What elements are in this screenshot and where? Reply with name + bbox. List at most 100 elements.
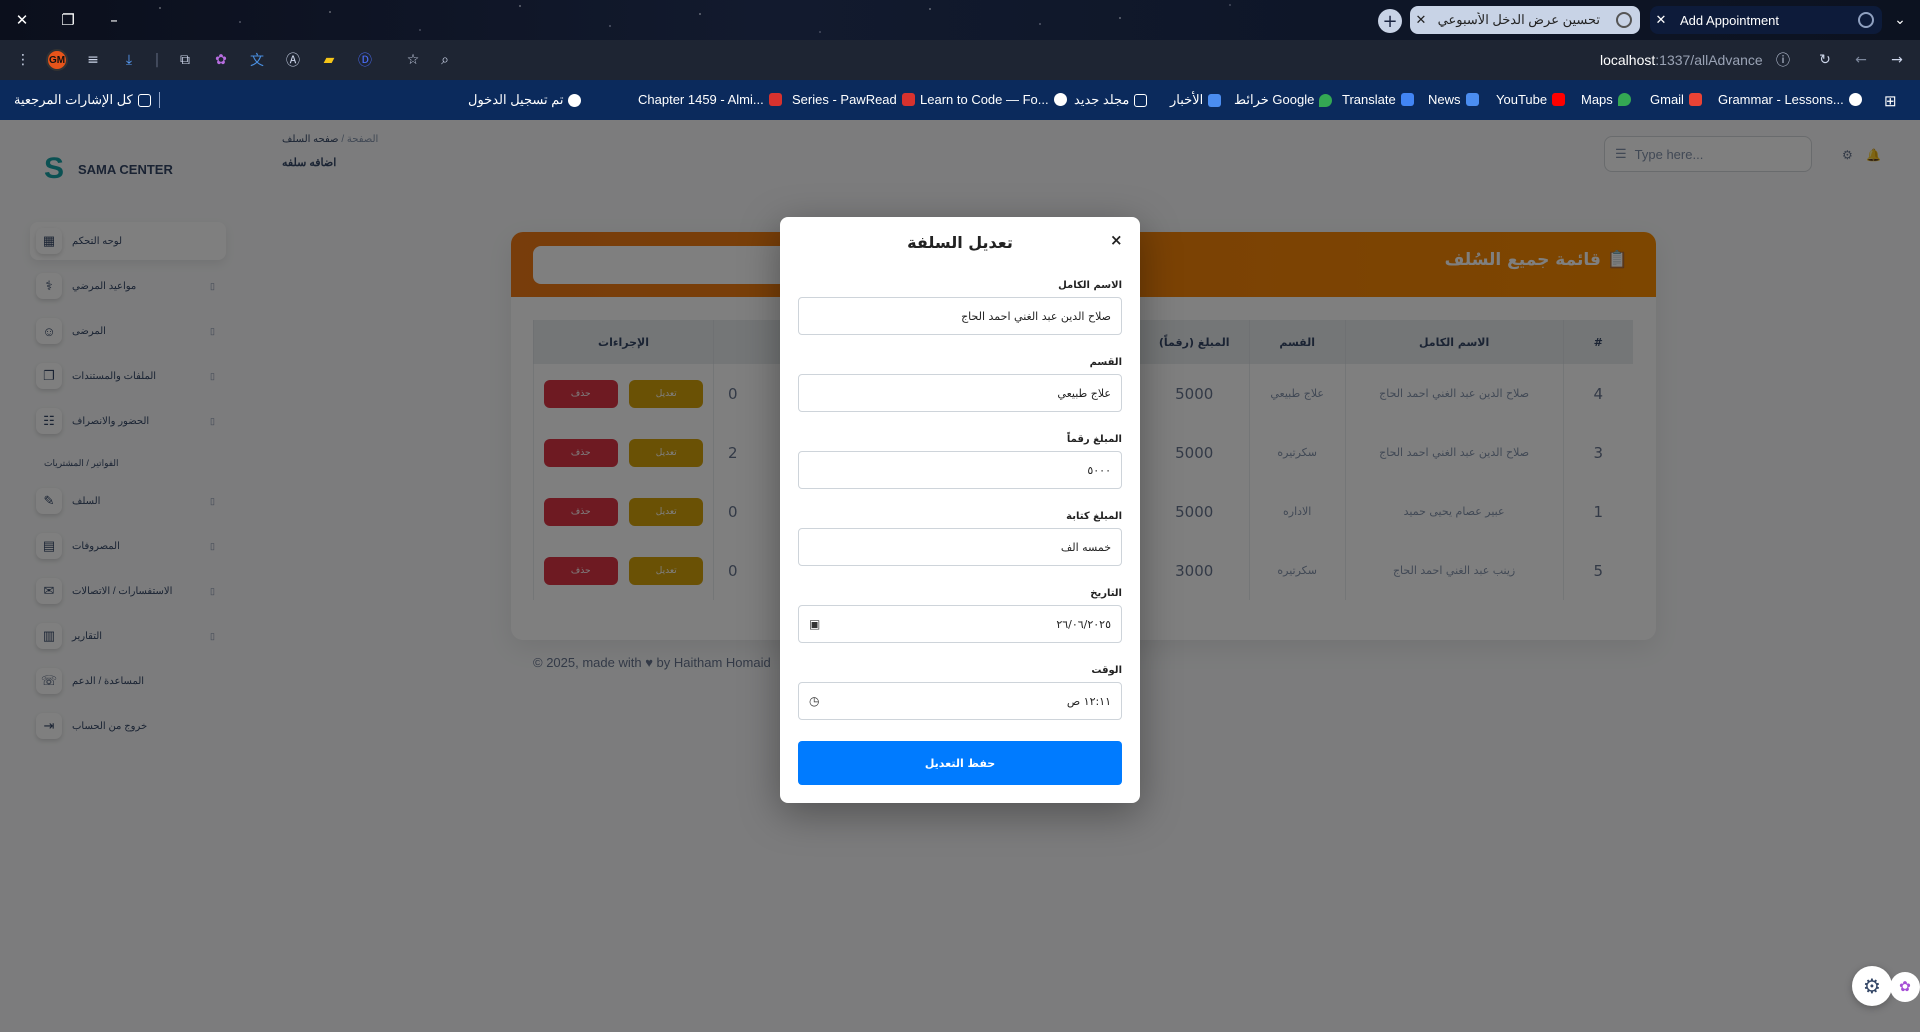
bookmark-item[interactable]: Maps	[1581, 92, 1631, 107]
extensions-icon[interactable]: ⧉	[174, 49, 196, 71]
bookmark-item[interactable]: YouTube	[1496, 92, 1566, 107]
window-restore-icon[interactable]: ❐	[56, 8, 80, 32]
tab-title: Add Appointment	[1680, 12, 1780, 28]
bookmark-item[interactable]: Learn to Code — Fo...	[920, 92, 1067, 107]
department-input[interactable]: علاج طبيعي	[798, 374, 1122, 412]
tab-add-appointment[interactable]: ✕ Add Appointment	[1650, 6, 1882, 34]
bookmark-label: الأخبار	[1170, 92, 1204, 107]
tab-weekly-income[interactable]: ✕ تحسين عرض الدخل الأسبوعي	[1410, 6, 1640, 34]
time-input[interactable]: ١٢:١١ ص ◷	[798, 682, 1122, 720]
bookmark-label: كل الإشارات المرجعية	[14, 92, 133, 107]
field-label: القسم	[1089, 357, 1122, 368]
profile-avatar[interactable]: GM	[46, 49, 68, 71]
bookmark-item[interactable]: Google خرائط	[1234, 92, 1333, 108]
bookmark-label: Translate	[1342, 92, 1396, 107]
time-field: الوقت ١٢:١١ ص ◷	[798, 665, 1122, 720]
field-label: الاسم الكامل	[1058, 280, 1122, 291]
bookmark-item[interactable]: Translate	[1342, 92, 1414, 107]
date-field: التاريخ ٢٦/٠٦/٢٠٢٥ ▣	[798, 588, 1122, 643]
amount-words-field: المبلغ كتابة خمسه الف	[798, 511, 1122, 566]
gmail-icon	[1688, 93, 1702, 106]
address-bar[interactable]: localhost:1337/allAdvance	[1600, 52, 1763, 68]
amount-number-field: المبلغ رقماً ٥٠٠٠	[798, 434, 1122, 489]
tab-close-icon[interactable]: ✕	[1410, 12, 1432, 28]
menu-kebab-icon[interactable]: ⋮	[12, 49, 34, 71]
field-label: الوقت	[1091, 665, 1122, 676]
news-icon	[1208, 93, 1222, 107]
maps-icon	[1319, 93, 1333, 107]
reload-icon[interactable]: ↻	[1814, 49, 1836, 71]
bookmark-label: Chapter 1459 - Almi...	[638, 92, 764, 107]
input-value: علاج طبيعي	[1057, 386, 1111, 400]
input-value: ٢٦/٠٦/٢٠٢٥	[1056, 617, 1111, 631]
full-name-input[interactable]: صلاح الدين عبد الغني احمد الحاج	[798, 297, 1122, 335]
bookmark-item[interactable]: مجلد جديد	[1074, 92, 1148, 108]
bookmark-label: Gmail	[1650, 92, 1684, 107]
bookmark-label: Series - PawRead	[792, 92, 897, 107]
date-input[interactable]: ٢٦/٠٦/٢٠٢٥ ▣	[798, 605, 1122, 643]
folder-icon	[1134, 93, 1148, 107]
ab-extension-icon[interactable]: Ⓐ	[282, 49, 304, 71]
bookmark-label: YouTube	[1496, 92, 1548, 107]
floating-settings-gear-icon[interactable]: ⚙	[1852, 966, 1892, 1006]
folder-icon	[137, 93, 151, 107]
field-label: التاريخ	[1090, 588, 1122, 599]
calendar-icon[interactable]: ▣	[809, 617, 820, 631]
modal-close-icon[interactable]: ×	[1110, 231, 1123, 249]
reading-list-icon[interactable]: ≡	[82, 49, 104, 71]
url-host: localhost	[1600, 52, 1656, 68]
bookmark-item[interactable]: News	[1428, 92, 1479, 107]
bookmark-item[interactable]: Series - PawRead	[792, 92, 915, 107]
new-tab-button[interactable]: +	[1378, 9, 1402, 33]
browser-tab-strip: ✕ ❐ – + ✕ تحسين عرض الدخل الأسبوعي ✕ Add…	[0, 0, 1920, 40]
bookmark-label: News	[1428, 92, 1461, 107]
bookmark-all[interactable]: كل الإشارات المرجعية	[14, 92, 151, 108]
input-value: صلاح الدين عبد الغني احمد الحاج	[961, 309, 1111, 323]
freecodecamp-icon	[1053, 93, 1067, 106]
modal-title: تعديل السلفة	[907, 233, 1013, 252]
bookmark-item[interactable]: الأخبار	[1170, 92, 1222, 108]
downloads-icon[interactable]: ⤓	[118, 49, 140, 71]
bookmark-label: Learn to Code — Fo...	[920, 92, 1049, 107]
bookmark-star-icon[interactable]: ☆	[402, 49, 424, 71]
save-changes-button[interactable]: حفظ التعديل	[798, 741, 1122, 785]
bookmark-item[interactable]: Gmail	[1650, 92, 1702, 107]
paw-icon	[901, 93, 915, 106]
amount-number-input[interactable]: ٥٠٠٠	[798, 451, 1122, 489]
ext-yellow-icon[interactable]: ▰	[318, 49, 340, 71]
tab-title: تحسين عرض الدخل الأسبوعي	[1437, 12, 1600, 27]
browser-toolbar: ⋮ GM ≡ ⤓ | ⧉ ✿ 文 Ⓐ ▰ Ⓓ ☆ ⌕ localhost:133…	[0, 40, 1920, 80]
translate-extension-icon[interactable]: 文	[246, 49, 268, 71]
back-arrow-icon[interactable]: ←	[1850, 49, 1872, 71]
zoom-search-icon[interactable]: ⌕	[434, 49, 456, 71]
apps-grid-icon[interactable]: ⊞	[1884, 92, 1897, 110]
department-field: القسم علاج طبيعي	[798, 357, 1122, 412]
site-info-icon[interactable]: ⓘ	[1772, 49, 1794, 71]
bookmark-label: تم تسجيل الدخول	[468, 92, 564, 107]
field-label: المبلغ رقماً	[1066, 434, 1122, 445]
d-extension-icon[interactable]: Ⓓ	[354, 49, 376, 71]
toolbar-divider: |	[154, 52, 160, 68]
field-label: المبلغ كتابة	[1066, 511, 1122, 522]
tab-favicon-icon	[1616, 12, 1632, 28]
tab-search-chevron-down-icon[interactable]: ⌄	[1888, 8, 1912, 32]
window-close-icon[interactable]: ✕	[10, 8, 34, 32]
window-minimize-icon[interactable]: –	[102, 8, 126, 32]
bookmark-item[interactable]: Chapter 1459 - Almi...	[638, 92, 782, 107]
bookmarks-divider	[159, 92, 160, 108]
tab-close-icon[interactable]: ✕	[1650, 12, 1672, 28]
floating-brain-extension-icon[interactable]: ✿	[1890, 972, 1920, 1002]
full-name-field: الاسم الكامل صلاح الدين عبد الغني احمد ا…	[798, 280, 1122, 335]
bookmark-item[interactable]: Grammar - Lessons...	[1718, 92, 1862, 107]
amount-words-input[interactable]: خمسه الف	[798, 528, 1122, 566]
translate-icon	[1400, 93, 1414, 106]
brain-extension-icon[interactable]: ✿	[210, 49, 232, 71]
clock-icon[interactable]: ◷	[809, 694, 819, 708]
input-value: خمسه الف	[1060, 540, 1111, 554]
bookmark-item[interactable]: تم تسجيل الدخول	[468, 92, 582, 108]
whatsapp-icon	[568, 93, 582, 107]
maps-icon	[1617, 93, 1631, 106]
forward-arrow-icon[interactable]: →	[1886, 49, 1908, 71]
bookmarks-bar: كل الإشارات المرجعية تم تسجيل الدخول Cha…	[0, 80, 1920, 120]
url-path: :1337/allAdvance	[1655, 52, 1763, 68]
